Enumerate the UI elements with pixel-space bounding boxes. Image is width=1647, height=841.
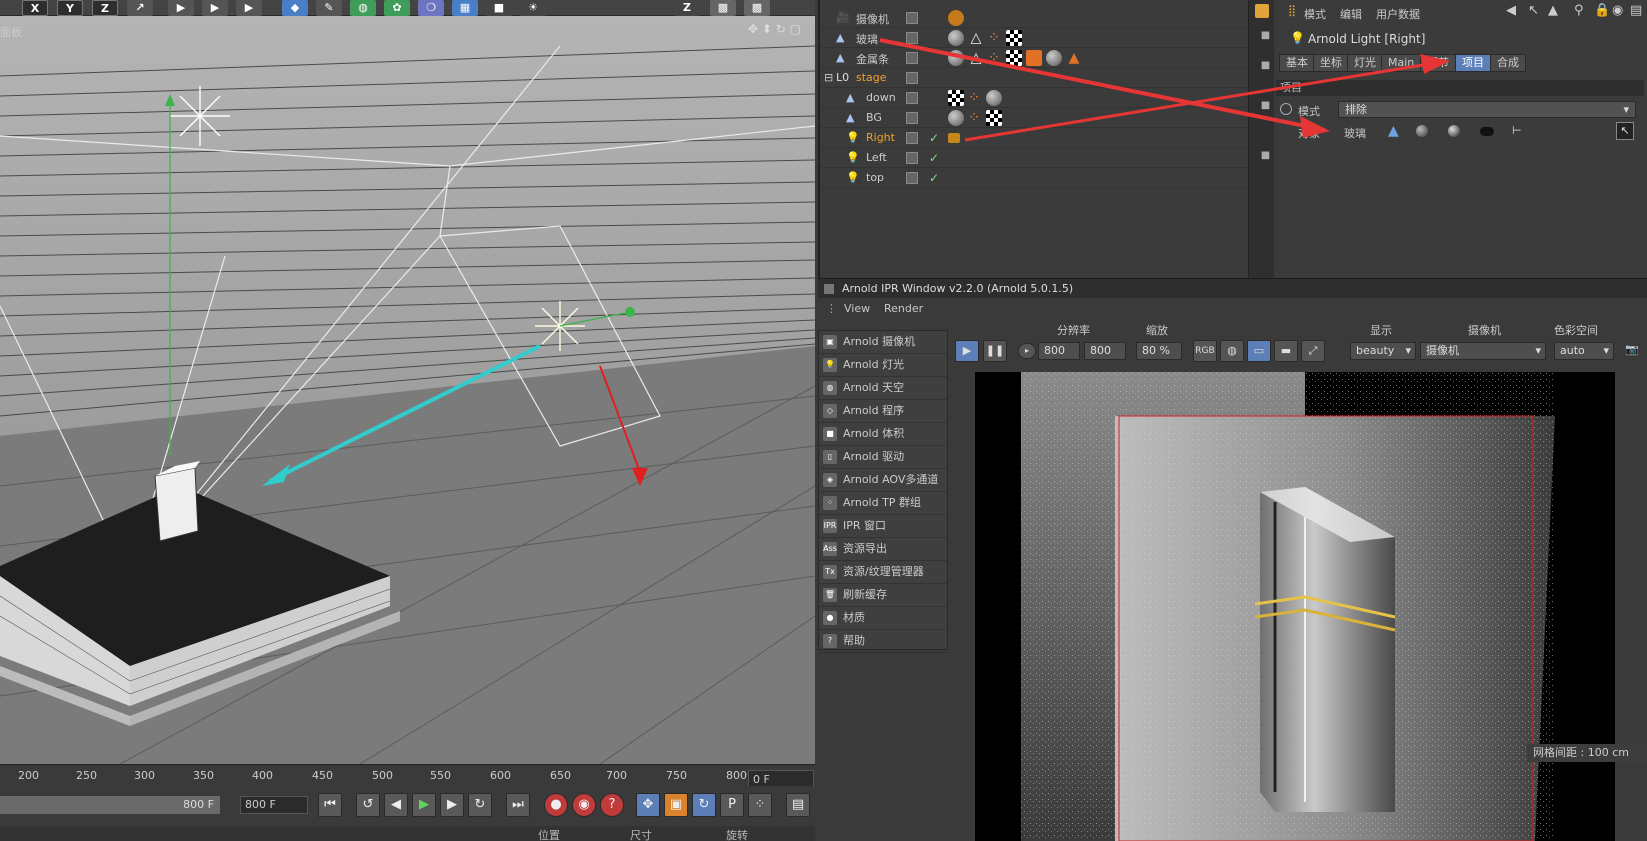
play-render-button[interactable]: ▶ [955,340,979,362]
side-menu-label: Arnold 灯光 [843,358,905,371]
driver-icon: ▯ [823,450,837,464]
zoom-field[interactable]: 80 % [1136,342,1182,360]
side-menu-item[interactable]: ◈ Arnold AOV多通道 [819,469,947,492]
volume-icon: ■ [823,427,837,441]
side-menu-label: Arnold 程序 [843,404,905,417]
camera-value: 摄像机 [1426,344,1459,357]
chevron-down-icon: ▾ [1535,344,1541,357]
side-menu-label: Arnold 摄像机 [843,335,916,348]
side-menu-item[interactable]: ▣ Arnold 摄像机 [819,331,947,354]
arnold-side-menu: ▣ Arnold 摄像机 💡 Arnold 灯光 ◍ Arnold 天空 ◇ Arnol… [818,330,948,653]
globe-icon[interactable]: ◍ [1220,340,1244,362]
export-button[interactable]: ⤢ [1301,340,1325,362]
resolution-label: 分辨率 [1057,324,1090,337]
region-button[interactable]: ▭ [1247,340,1271,362]
colorspace-value: auto [1560,344,1585,357]
side-menu-label: 资源导出 [843,542,887,555]
rgb-button[interactable]: RGB [1193,340,1217,362]
menu-render[interactable]: Render [884,302,923,315]
sky-icon: ◍ [823,381,837,395]
side-menu-item[interactable]: ● 材质 [819,607,947,630]
side-menu-item[interactable]: ◍ Arnold 天空 [819,377,947,400]
zoom-label: 缩放 [1146,324,1168,337]
snapshot-button[interactable]: ▬ [1274,340,1298,362]
colorspace-label: 色彩空间 [1554,324,1598,337]
side-menu-item[interactable]: ▯ Arnold 驱动 [819,446,947,469]
ipr-icon: IPR [823,519,837,533]
grid-spacing-readout: 网格间距 : 100 cm [1527,744,1647,762]
ipr-controls: ▶ ❚❚ ▸ 分辨率 800 800 缩放 80 % RGB ◍ ▭ ▬ ⤢ 显… [950,320,1647,364]
ipr-window-title: Arnold IPR Window v2.2.0 (Arnold 5.0.1.5… [818,278,1647,298]
side-menu-label: Arnold 体积 [843,427,905,440]
light-icon: 💡 [823,358,837,372]
options-button[interactable]: ▸ [1018,343,1036,359]
side-menu-item[interactable]: Tx 资源/纹理管理器 [819,561,947,584]
resolution-width-field[interactable]: 800 [1038,342,1080,360]
side-menu-label: Arnold 驱动 [843,450,905,463]
camera-snapshot-icon[interactable]: 📷 [1620,340,1644,362]
render-image [975,372,1615,841]
side-menu-item[interactable]: ? 帮助 [819,630,947,653]
tx-icon: Tx [823,565,837,579]
procedural-icon: ◇ [823,404,837,418]
side-menu-label: Arnold AOV多通道 [843,473,939,486]
side-menu-label: 帮助 [843,634,865,647]
ipr-title-text: Arnold IPR Window v2.2.0 (Arnold 5.0.1.5… [842,282,1074,295]
side-menu-item[interactable]: ■ Arnold 体积 [819,423,947,446]
aov-icon: ◈ [823,473,837,487]
side-menu-label: IPR 窗口 [843,519,887,532]
side-menu-label: 材质 [843,611,865,624]
side-menu-label: 资源/纹理管理器 [843,565,924,578]
ass-icon: Ass [823,542,837,556]
side-menu-label: Arnold TP 群组 [843,496,921,509]
camera-icon: ▣ [823,335,837,349]
side-menu-item[interactable]: ⁘ Arnold TP 群组 [819,492,947,515]
colorspace-dropdown[interactable]: auto ▾ [1554,342,1614,360]
menu-grip-icon: ⋮ [826,302,837,315]
viewport-nav-icons[interactable]: ✥ ⬍ ↻ ▢ [748,22,801,36]
camera-label: 摄像机 [1468,324,1501,337]
side-menu-item[interactable]: IPR IPR 窗口 [819,515,947,538]
side-menu-item[interactable]: 💡 Arnold 灯光 [819,354,947,377]
ipr-menu-bar: ⋮ View Render [818,298,1647,320]
pause-render-button[interactable]: ❚❚ [983,340,1007,362]
resolution-height-field[interactable]: 800 [1084,342,1126,360]
material-icon: ● [823,611,837,625]
tp-icon: ⁘ [823,496,837,510]
help-icon: ? [823,634,837,648]
window-icon [824,284,834,294]
display-value: beauty [1356,344,1395,357]
side-menu-label: 刷新缓存 [843,588,887,601]
viewport-label: 面板 [0,26,22,39]
display-dropdown[interactable]: beauty ▾ [1350,342,1416,360]
side-menu-label: Arnold 天空 [843,381,905,394]
side-menu-item[interactable]: Ass 资源导出 [819,538,947,561]
menu-view[interactable]: View [844,302,870,315]
display-label: 显示 [1370,324,1392,337]
chevron-down-icon: ▾ [1603,344,1609,357]
side-menu-item[interactable]: ◇ Arnold 程序 [819,400,947,423]
chevron-down-icon: ▾ [1405,344,1411,357]
camera-dropdown[interactable]: 摄像机 ▾ [1420,342,1546,360]
ipr-render-canvas[interactable] [975,372,1615,841]
trash-icon: 🗑 [823,588,837,602]
side-menu-item[interactable]: 🗑 刷新缓存 [819,584,947,607]
